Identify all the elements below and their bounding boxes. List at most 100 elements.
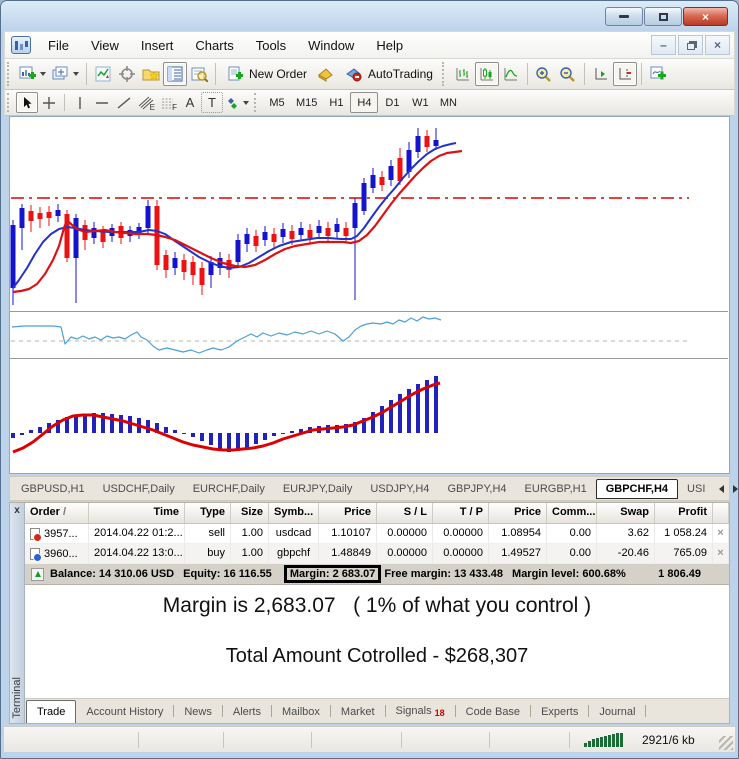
menu-help[interactable]: Help — [365, 34, 414, 57]
timeframe-m5-button[interactable]: M5 — [263, 92, 291, 113]
column-swap[interactable]: Swap — [597, 503, 655, 523]
mdi-minimize-button[interactable]: – — [651, 35, 676, 55]
close-order-button[interactable]: × — [713, 544, 729, 563]
tab-signals[interactable]: Signals 18 — [386, 701, 455, 723]
chart-tab-eurchf-daily[interactable]: EURCHF,Daily — [184, 480, 274, 498]
chevron-down-icon — [243, 100, 249, 105]
timeframe-d1-button[interactable]: D1 — [378, 92, 406, 113]
horizontal-line-tool-button[interactable] — [91, 92, 113, 113]
fibonacci-tool-button[interactable]: F — [157, 92, 179, 113]
chart-tab-usdjpy-h4[interactable]: USDJPY,H4 — [361, 480, 438, 498]
column-symbol[interactable]: Symb... — [269, 503, 319, 523]
chart-tab-usdchf-daily[interactable]: USDCHF,Daily — [94, 480, 184, 498]
autotrading-button[interactable]: AutoTrading — [338, 62, 440, 86]
trendline-tool-button[interactable] — [113, 92, 135, 113]
vertical-line-tool-button[interactable] — [69, 92, 91, 113]
close-order-button[interactable]: × — [713, 524, 729, 543]
column-profit[interactable]: Profit — [655, 503, 713, 523]
crosshair-button[interactable] — [115, 62, 139, 86]
tab-experts[interactable]: Experts — [531, 702, 588, 723]
channel-tool-button[interactable]: E — [135, 92, 157, 113]
arrows-tool-button[interactable] — [223, 92, 252, 113]
column-price-current[interactable]: Price — [489, 503, 547, 523]
tab-market[interactable]: Market — [331, 702, 385, 723]
timeframe-h4-button[interactable]: H4 — [350, 92, 379, 113]
bar-chart-button[interactable] — [451, 62, 475, 86]
candlestick-chart-button[interactable] — [474, 62, 499, 86]
crosshair-tool-button[interactable] — [38, 92, 60, 113]
column-order[interactable]: Order / — [25, 503, 89, 523]
menu-charts[interactable]: Charts — [184, 34, 244, 57]
tab-journal[interactable]: Journal — [589, 702, 645, 723]
column-sl[interactable]: S / L — [377, 503, 433, 523]
chart-shift-button[interactable] — [612, 62, 637, 86]
triangle-left-icon — [718, 484, 724, 493]
chart-window[interactable] — [9, 116, 730, 474]
column-type[interactable]: Type — [185, 503, 231, 523]
scroll-left-button[interactable] — [714, 482, 728, 496]
market-watch-button[interactable] — [163, 62, 187, 86]
toolbar-grip[interactable] — [7, 93, 14, 112]
auto-scroll-button[interactable] — [589, 62, 613, 86]
timeframe-w1-button[interactable]: W1 — [406, 92, 434, 113]
toolbar-grip[interactable] — [254, 93, 261, 112]
tab-news[interactable]: News — [174, 702, 222, 723]
resize-grip[interactable] — [719, 736, 733, 750]
menu-tools[interactable]: Tools — [245, 34, 297, 57]
chart-tab-eurgbp-h1[interactable]: EURGBP,H1 — [516, 480, 596, 498]
menu-view[interactable]: View — [80, 34, 130, 57]
minimize-button[interactable] — [605, 7, 643, 26]
autotrading-icon — [346, 68, 362, 82]
timeframe-h1-button[interactable]: H1 — [322, 92, 350, 113]
menu-file[interactable]: File — [37, 34, 80, 57]
profiles-button[interactable] — [49, 62, 82, 86]
tab-alerts[interactable]: Alerts — [223, 702, 271, 723]
zoom-out-button[interactable] — [556, 62, 580, 86]
trade-row-buy-gbpchf[interactable]: 3960... 2014.04.22 13:0... buy 1.00 gbpc… — [25, 544, 729, 564]
scroll-right-button[interactable] — [728, 482, 738, 496]
text-tool-button[interactable]: A — [179, 92, 201, 113]
tab-trade[interactable]: Trade — [26, 700, 77, 723]
mdi-restore-button[interactable] — [678, 35, 703, 55]
column-price[interactable]: Price — [319, 503, 377, 523]
toolbar-grip[interactable] — [441, 62, 449, 86]
terminal-close-button[interactable]: x — [14, 506, 20, 516]
chart-tab-gbpchf-h4[interactable]: GBPCHF,H4 — [595, 478, 679, 499]
line-chart-button[interactable] — [499, 62, 523, 86]
chart-tab-gbpusd-h1[interactable]: GBPUSD,H1 — [12, 480, 94, 498]
new-chart-button[interactable] — [16, 62, 49, 86]
column-time[interactable]: Time — [89, 503, 185, 523]
price-chart[interactable] — [10, 117, 729, 473]
maximize-button[interactable] — [644, 7, 682, 26]
app-logo-icon — [11, 36, 31, 54]
chart-tab-usi[interactable]: USI — [678, 480, 714, 498]
margin-level-value: Margin level: 600.68% — [512, 568, 626, 580]
favorites-button[interactable] — [139, 62, 163, 86]
tab-mailbox[interactable]: Mailbox — [272, 702, 330, 723]
trade-row-sell-usdcad[interactable]: 3957... 2014.04.22 01:2... sell 1.00 usd… — [25, 524, 729, 544]
tab-account-history[interactable]: Account History — [76, 702, 173, 723]
new-order-button[interactable]: New Order — [220, 62, 314, 86]
menu-window[interactable]: Window — [297, 34, 365, 57]
menu-insert[interactable]: Insert — [130, 34, 185, 57]
timeframe-m15-button[interactable]: M15 — [291, 92, 322, 113]
toolbar-grip[interactable] — [7, 62, 14, 86]
column-tp[interactable]: T / P — [433, 503, 489, 523]
mdi-close-button[interactable]: × — [705, 35, 730, 55]
tab-code-base[interactable]: Code Base — [456, 702, 530, 723]
data-window-button[interactable] — [187, 62, 211, 86]
close-button[interactable]: × — [683, 7, 728, 26]
column-commission[interactable]: Comm... — [547, 503, 597, 523]
indicators-button[interactable] — [646, 62, 670, 86]
title-bar[interactable]: × — [1, 1, 738, 31]
order-id: 3960... — [44, 547, 78, 560]
tick-chart-button[interactable] — [91, 62, 115, 86]
timeframe-mn-button[interactable]: MN — [434, 92, 462, 113]
expert-advisors-button[interactable] — [314, 62, 338, 86]
text-label-tool-button[interactable]: T — [201, 92, 223, 113]
column-size[interactable]: Size — [231, 503, 269, 523]
chart-tab-eurjpy-daily[interactable]: EURJPY,Daily — [274, 480, 362, 498]
cursor-tool-button[interactable] — [16, 92, 38, 113]
zoom-in-button[interactable] — [532, 62, 556, 86]
chart-tab-gbpjpy-h4[interactable]: GBPJPY,H4 — [438, 480, 515, 498]
